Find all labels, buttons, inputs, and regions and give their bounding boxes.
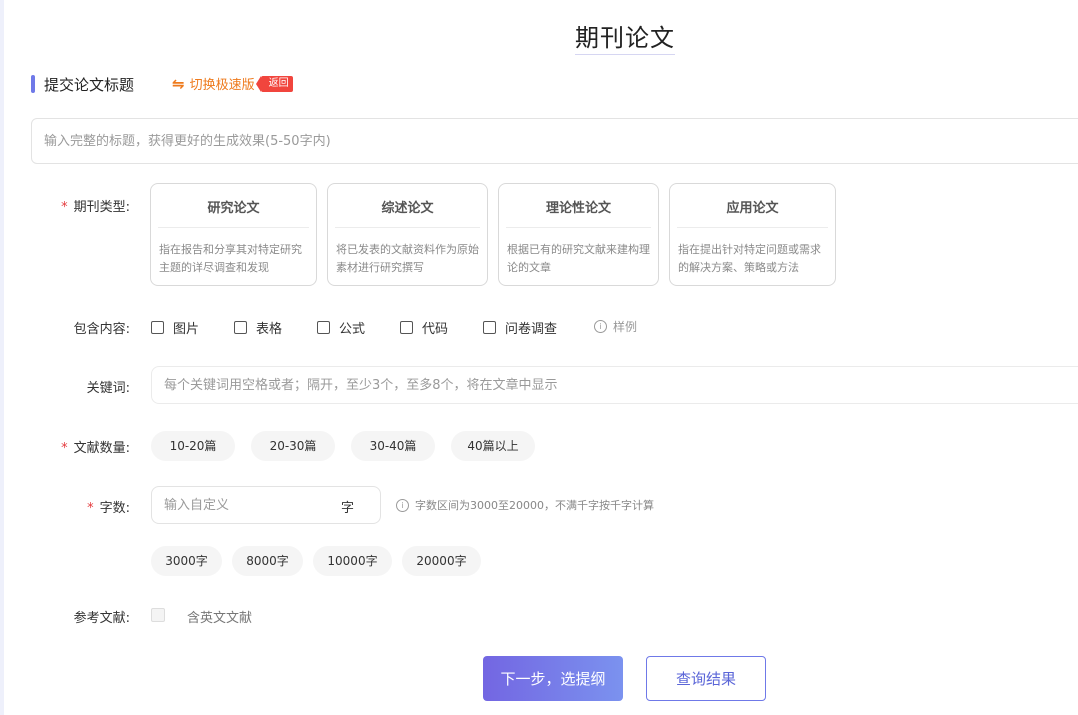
include-option-image[interactable]: 图片 xyxy=(151,318,199,337)
checkbox[interactable] xyxy=(483,321,496,334)
sample-link[interactable]: i 样例 xyxy=(594,318,637,335)
option-label: 代码 xyxy=(422,322,449,337)
word-preset-option[interactable]: 8000字 xyxy=(232,546,303,576)
option-label: 问卷调查 xyxy=(505,322,558,337)
option-label: 表格 xyxy=(256,322,283,337)
sample-label: 样例 xyxy=(613,320,638,334)
checkbox[interactable] xyxy=(234,321,247,334)
keywords-input[interactable] xyxy=(151,366,1078,404)
page-title-text: 期刊论文 xyxy=(575,24,675,55)
card-description: 根据已有的研究文献来建构理论的文章 xyxy=(507,243,650,274)
next-step-button[interactable]: 下一步，选提纲 xyxy=(483,656,623,701)
include-option-table[interactable]: 表格 xyxy=(234,318,282,337)
card-title: 综述论文 xyxy=(381,201,434,216)
option-label: 图片 xyxy=(173,322,200,337)
include-option-code[interactable]: 代码 xyxy=(400,318,448,337)
card-divider xyxy=(158,227,309,228)
card-title: 研究论文 xyxy=(207,201,260,216)
english-references-checkbox[interactable] xyxy=(151,608,165,622)
ref-count-option[interactable]: 10-20篇 xyxy=(151,431,235,461)
card-description: 指在报告和分享其对特定研究主题的详尽调查和发现 xyxy=(159,243,302,274)
option-label: 公式 xyxy=(339,322,366,337)
type-card-research[interactable]: 研究论文 指在报告和分享其对特定研究主题的详尽调查和发现 xyxy=(150,183,317,286)
word-count-label-text: 字数: xyxy=(99,501,130,516)
keywords-label: 关键词: xyxy=(86,381,130,396)
word-count-input[interactable] xyxy=(152,487,332,523)
card-title: 应用论文 xyxy=(726,201,779,216)
word-count-label: * 字数: xyxy=(30,497,130,516)
checkbox[interactable] xyxy=(400,321,413,334)
type-card-review[interactable]: 综述论文 将已发表的文献资料作为原始素材进行研究撰写 xyxy=(327,183,488,286)
type-card-theoretical[interactable]: 理论性论文 根据已有的研究文献来建构理论的文章 xyxy=(498,183,659,286)
card-divider xyxy=(506,227,651,228)
query-results-button[interactable]: 查询结果 xyxy=(646,656,766,701)
word-count-hint-text: 字数区间为3000至20000，不满千字按千字计算 xyxy=(415,499,654,512)
page-title: 期刊论文 xyxy=(0,18,1078,55)
card-description: 将已发表的文献资料作为原始素材进行研究撰写 xyxy=(336,243,479,274)
word-preset-option[interactable]: 20000字 xyxy=(402,546,481,576)
english-references-label: 含英文文献 xyxy=(187,611,253,626)
title-input[interactable] xyxy=(31,118,1078,164)
ref-count-label-text: 文献数量: xyxy=(73,441,130,456)
section-header: 提交论文标题 xyxy=(31,74,134,94)
card-description: 指在提出针对特定问题或需求的解决方案、策略或方法 xyxy=(678,243,821,274)
ref-count-option[interactable]: 20-30篇 xyxy=(251,431,335,461)
back-badge[interactable]: 返回 xyxy=(255,75,293,92)
required-mark: * xyxy=(61,200,68,215)
ref-count-label: * 文献数量: xyxy=(30,437,130,456)
ref-count-option[interactable]: 30-40篇 xyxy=(351,431,435,461)
checkbox[interactable] xyxy=(317,321,330,334)
word-preset-option[interactable]: 3000字 xyxy=(151,546,222,576)
include-option-survey[interactable]: 问卷调查 xyxy=(483,318,557,337)
info-icon: i xyxy=(594,320,607,333)
card-divider xyxy=(335,227,480,228)
switch-fast-version-link[interactable]: ⇋ 切换极速版 返回 xyxy=(172,74,293,93)
word-preset-option[interactable]: 10000字 xyxy=(313,546,392,576)
include-label: 包含内容: xyxy=(73,322,130,337)
section-accent-bar xyxy=(31,75,35,93)
checkbox[interactable] xyxy=(151,321,164,334)
word-count-hint: i 字数区间为3000至20000，不满千字按千字计算 xyxy=(396,497,654,513)
left-edge-strip xyxy=(0,0,4,715)
card-divider xyxy=(677,227,828,228)
required-mark: * xyxy=(87,501,94,516)
word-count-field: 字 xyxy=(151,486,381,524)
info-icon: i xyxy=(396,498,409,512)
journal-type-label: * 期刊类型: xyxy=(30,196,130,215)
include-option-formula[interactable]: 公式 xyxy=(317,318,365,337)
word-count-unit: 字 xyxy=(341,501,355,516)
ref-count-option[interactable]: 40篇以上 xyxy=(451,431,535,461)
switch-label: 切换极速版 xyxy=(189,78,255,93)
section-title: 提交论文标题 xyxy=(44,75,135,94)
references-label: 参考文献: xyxy=(73,611,130,626)
type-card-applied[interactable]: 应用论文 指在提出针对特定问题或需求的解决方案、策略或方法 xyxy=(669,183,836,286)
card-title: 理论性论文 xyxy=(545,201,611,216)
journal-type-label-text: 期刊类型: xyxy=(73,200,130,215)
swap-arrows-icon: ⇋ xyxy=(172,74,185,93)
required-mark: * xyxy=(61,441,68,456)
